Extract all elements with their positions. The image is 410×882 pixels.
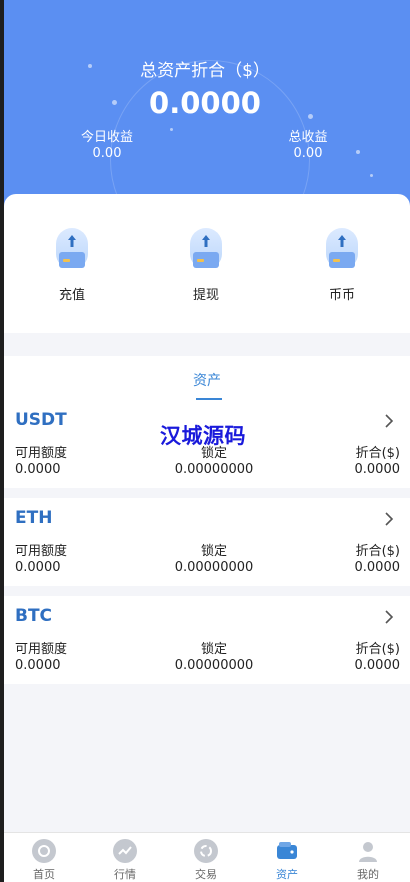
coin-name: ETH [15, 508, 53, 528]
trade-icon [194, 839, 218, 863]
coin-name: USDT [15, 410, 67, 430]
locked-label: 锁定 [200, 544, 227, 559]
coin-row-eth[interactable]: ETH 可用额度 锁定 折合($) 0.0000 0.00000000 0.00… [4, 498, 410, 586]
locked-value: 0.00000000 [174, 560, 254, 575]
tab-assets[interactable]: 资产 [4, 356, 410, 404]
convert-label: 折合($) [355, 446, 400, 461]
locked-value: 0.00000000 [174, 462, 254, 477]
nav-market-label: 行情 [114, 868, 136, 881]
total-earnings: 总收益 0.00 [273, 130, 343, 162]
deposit-icon [54, 228, 90, 272]
convert-label: 折合($) [355, 544, 400, 559]
total-earnings-value: 0.00 [293, 146, 323, 161]
coin-row-btc[interactable]: BTC 可用额度 锁定 折合($) 0.0000 0.00000000 0.00… [4, 596, 410, 684]
convert-value: 0.0000 [354, 658, 401, 673]
nav-assets[interactable]: 资产 [257, 839, 317, 882]
withdraw-icon [188, 228, 224, 272]
wallet-icon [275, 839, 299, 863]
withdraw-button[interactable]: 提现 [166, 228, 246, 303]
chevron-right-icon [385, 414, 394, 428]
today-earnings-value: 0.00 [92, 146, 122, 161]
decorative-dot [170, 128, 173, 131]
today-earnings: 今日收益 0.00 [72, 130, 142, 162]
nav-home[interactable]: 首页 [14, 839, 74, 882]
withdraw-label: 提现 [192, 288, 219, 303]
today-earnings-label: 今日收益 [80, 130, 133, 145]
market-icon [113, 839, 137, 863]
total-earnings-label: 总收益 [288, 130, 328, 145]
chevron-right-icon [385, 512, 394, 526]
nav-trade-label: 交易 [195, 868, 217, 881]
coin-name: BTC [15, 606, 53, 626]
available-label: 可用额度 [15, 544, 68, 559]
home-icon [32, 839, 56, 863]
total-assets-title: 总资产折合（$） [140, 61, 270, 81]
bottom-navigation: 首页 行情 交易 资产 我的 [4, 832, 410, 882]
nav-assets-label: 资产 [276, 868, 298, 881]
chevron-right-icon [385, 610, 394, 624]
total-assets-value: 0.0000 [149, 86, 261, 120]
locked-label: 锁定 [200, 642, 227, 657]
coin-exchange-label: 币币 [328, 288, 355, 303]
decorative-dot [356, 150, 360, 154]
deposit-label: 充值 [58, 288, 85, 303]
nav-profile-label: 我的 [357, 868, 379, 881]
nav-trade[interactable]: 交易 [176, 839, 236, 882]
convert-value: 0.0000 [354, 462, 401, 477]
nav-home-label: 首页 [33, 868, 55, 881]
available-label: 可用额度 [15, 446, 68, 461]
convert-value: 0.0000 [354, 560, 401, 575]
asset-summary-header: 总资产折合（$） 0.0000 今日收益 0.00 总收益 0.00 [0, 0, 410, 215]
quick-actions: 充值 提现 币币 [4, 194, 410, 333]
nav-profile[interactable]: 我的 [338, 839, 398, 882]
deposit-button[interactable]: 充值 [32, 228, 112, 303]
locked-value: 0.00000000 [174, 658, 254, 673]
coin-icon [324, 228, 360, 272]
available-value: 0.0000 [15, 658, 61, 673]
tab-assets-label: 资产 [193, 373, 221, 389]
coin-exchange-button[interactable]: 币币 [302, 228, 382, 303]
watermark-text: 汉城源码 [160, 424, 246, 448]
decorative-dot [370, 174, 373, 177]
nav-market[interactable]: 行情 [95, 839, 155, 882]
available-label: 可用额度 [15, 642, 68, 657]
window-edge [0, 0, 4, 882]
available-value: 0.0000 [15, 560, 61, 575]
available-value: 0.0000 [15, 462, 61, 477]
profile-icon [356, 839, 380, 863]
convert-label: 折合($) [355, 642, 400, 657]
